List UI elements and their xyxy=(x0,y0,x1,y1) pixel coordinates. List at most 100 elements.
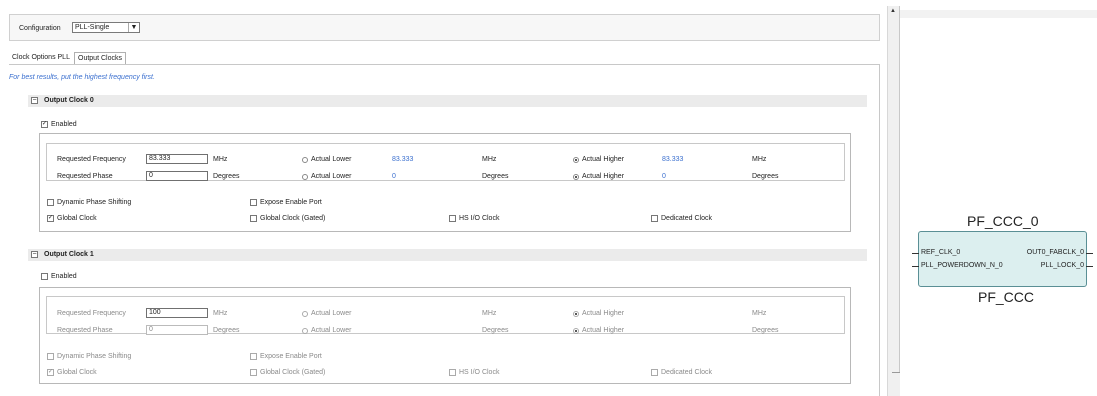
port-out0-fabclk: OUT0_FABCLK_0 xyxy=(1026,249,1084,256)
expose-enable-port-label: Expose Enable Port xyxy=(260,199,322,206)
checkbox-checked-icon[interactable]: ✓ xyxy=(47,369,54,376)
checkbox-icon[interactable] xyxy=(449,369,456,376)
dedicated-clock-label: Dedicated Clock xyxy=(661,215,712,222)
output-clock-0-enabled[interactable]: ✓ Enabled xyxy=(41,121,77,128)
actual-higher-frequency-radio[interactable]: Actual Higher xyxy=(573,310,624,317)
preview-header-band xyxy=(900,10,1097,18)
checkbox-icon[interactable] xyxy=(250,353,257,360)
actual-lower-frequency-radio[interactable]: Actual Lower xyxy=(302,310,351,317)
requested-frequency-input[interactable]: 100 xyxy=(146,308,208,318)
dynamic-phase-shifting-checkbox[interactable]: Dynamic Phase Shifting xyxy=(47,353,131,360)
actual-higher-phase-value: 0 xyxy=(662,173,666,180)
requested-phase-input[interactable]: 0 xyxy=(146,325,208,335)
checkbox-icon[interactable] xyxy=(250,215,257,222)
pin-pll-lock xyxy=(1086,266,1093,267)
checkbox-icon[interactable] xyxy=(250,369,257,376)
tab-divider xyxy=(9,64,880,65)
output-clock-0-header xyxy=(28,95,867,107)
hs-io-clock-checkbox[interactable]: HS I/O Clock xyxy=(449,215,499,222)
actual-higher-phase-radio[interactable]: Actual Higher xyxy=(573,327,624,334)
dedicated-clock-checkbox[interactable]: Dedicated Clock xyxy=(651,215,712,222)
phase-unit: Degrees xyxy=(213,327,240,334)
tab-clock-options-pll[interactable]: Clock Options PLL xyxy=(9,52,73,64)
checkbox-icon[interactable] xyxy=(47,199,54,206)
expose-enable-port-label: Expose Enable Port xyxy=(260,353,322,360)
actual-higher-label: Actual Higher xyxy=(582,327,625,334)
global-clock-gated-checkbox[interactable]: Global Clock (Gated) xyxy=(250,215,325,222)
expose-enable-port-checkbox[interactable]: Expose Enable Port xyxy=(250,353,322,360)
pin-ref-clk xyxy=(912,253,919,254)
hs-io-clock-checkbox[interactable]: HS I/O Clock xyxy=(449,369,499,376)
actual-lower-label: Actual Lower xyxy=(311,156,352,163)
radio-selected-icon[interactable] xyxy=(573,173,579,180)
collapse-icon[interactable]: − xyxy=(31,251,38,258)
actual-lower-phase-unit: Degrees xyxy=(482,173,509,180)
actual-lower-label: Actual Lower xyxy=(311,310,352,317)
actual-higher-frequency-unit: MHz xyxy=(752,310,767,317)
actual-higher-label: Actual Higher xyxy=(582,173,625,180)
collapse-icon[interactable]: − xyxy=(31,97,38,104)
radio-icon[interactable] xyxy=(302,310,308,317)
radio-icon[interactable] xyxy=(302,173,308,180)
actual-lower-frequency-radio[interactable]: Actual Lower xyxy=(302,156,351,163)
port-pll-powerdown: PLL_POWERDOWN_N_0 xyxy=(921,262,1003,269)
actual-lower-label: Actual Lower xyxy=(311,173,352,180)
global-clock-gated-checkbox[interactable]: Global Clock (Gated) xyxy=(250,369,325,376)
actual-higher-phase-radio[interactable]: Actual Higher xyxy=(573,173,624,180)
output-clock-1-enabled[interactable]: Enabled xyxy=(41,273,77,280)
global-clock-checkbox[interactable]: ✓ Global Clock xyxy=(47,215,97,222)
requested-frequency-input[interactable]: 83.333 xyxy=(146,154,208,164)
actual-lower-phase-radio[interactable]: Actual Lower xyxy=(302,327,351,334)
panel-border xyxy=(879,64,880,396)
actual-higher-phase-unit: Degrees xyxy=(752,173,779,180)
configuration-select[interactable]: PLL-Single ▼ xyxy=(72,22,140,33)
expose-enable-port-checkbox[interactable]: Expose Enable Port xyxy=(250,199,322,206)
configuration-select-value: PLL-Single xyxy=(75,24,110,31)
radio-icon[interactable] xyxy=(302,327,308,334)
pin-out0-fabclk xyxy=(1086,253,1093,254)
actual-higher-label: Actual Higher xyxy=(582,156,625,163)
chevron-down-icon[interactable]: ▼ xyxy=(128,23,139,32)
radio-selected-icon[interactable] xyxy=(573,327,579,334)
actual-higher-frequency-radio[interactable]: Actual Higher xyxy=(573,156,624,163)
global-clock-checkbox[interactable]: ✓ Global Clock xyxy=(47,369,97,376)
checkbox-checked-icon[interactable]: ✓ xyxy=(41,121,48,128)
dynamic-phase-shifting-checkbox[interactable]: Dynamic Phase Shifting xyxy=(47,199,131,206)
tab-output-clocks[interactable]: Output Clocks xyxy=(74,52,126,64)
frequency-unit: MHz xyxy=(213,310,228,317)
actual-higher-phase-unit: Degrees xyxy=(752,327,779,334)
output-clock-1-title: Output Clock 1 xyxy=(44,251,94,258)
checkbox-icon[interactable] xyxy=(449,215,456,222)
radio-selected-icon[interactable] xyxy=(573,310,579,317)
instance-name: PF_CCC_0 xyxy=(967,213,1039,229)
frequency-unit: MHz xyxy=(213,156,228,163)
requested-phase-input[interactable]: 0 xyxy=(146,171,208,181)
checkbox-checked-icon[interactable]: ✓ xyxy=(47,215,54,222)
requested-phase-label: Requested Phase xyxy=(57,327,113,334)
global-clock-gated-label: Global Clock (Gated) xyxy=(260,369,326,376)
checkbox-icon[interactable] xyxy=(250,199,257,206)
dedicated-clock-checkbox[interactable]: Dedicated Clock xyxy=(651,369,712,376)
actual-lower-frequency-unit: MHz xyxy=(482,156,497,163)
checkbox-icon[interactable] xyxy=(651,369,658,376)
radio-icon[interactable] xyxy=(302,156,308,163)
global-clock-label: Global Clock xyxy=(57,215,97,222)
ccc-symbol-block[interactable] xyxy=(918,231,1087,287)
checkbox-icon[interactable] xyxy=(41,273,48,280)
pin-pll-powerdown xyxy=(912,266,919,267)
output-clock-1-header xyxy=(28,249,867,261)
actual-lower-frequency-value: 83.333 xyxy=(392,156,414,163)
configurator-panel: Configuration PLL-Single ▼ Clock Options… xyxy=(0,0,888,396)
global-clock-label: Global Clock xyxy=(57,369,97,376)
checkbox-icon[interactable] xyxy=(47,353,54,360)
actual-lower-phase-radio[interactable]: Actual Lower xyxy=(302,173,351,180)
port-ref-clk: REF_CLK_0 xyxy=(921,249,961,256)
requested-frequency-label: Requested Frequency xyxy=(57,156,126,163)
configuration-bar: Configuration PLL-Single ▼ xyxy=(9,14,880,41)
output-clock-0-title: Output Clock 0 xyxy=(44,97,94,104)
actual-higher-frequency-value: 83.333 xyxy=(662,156,684,163)
radio-selected-icon[interactable] xyxy=(573,156,579,163)
scrollbar-end-tick xyxy=(892,372,900,373)
checkbox-icon[interactable] xyxy=(651,215,658,222)
scroll-up-arrow-icon[interactable]: ▲ xyxy=(887,6,899,16)
